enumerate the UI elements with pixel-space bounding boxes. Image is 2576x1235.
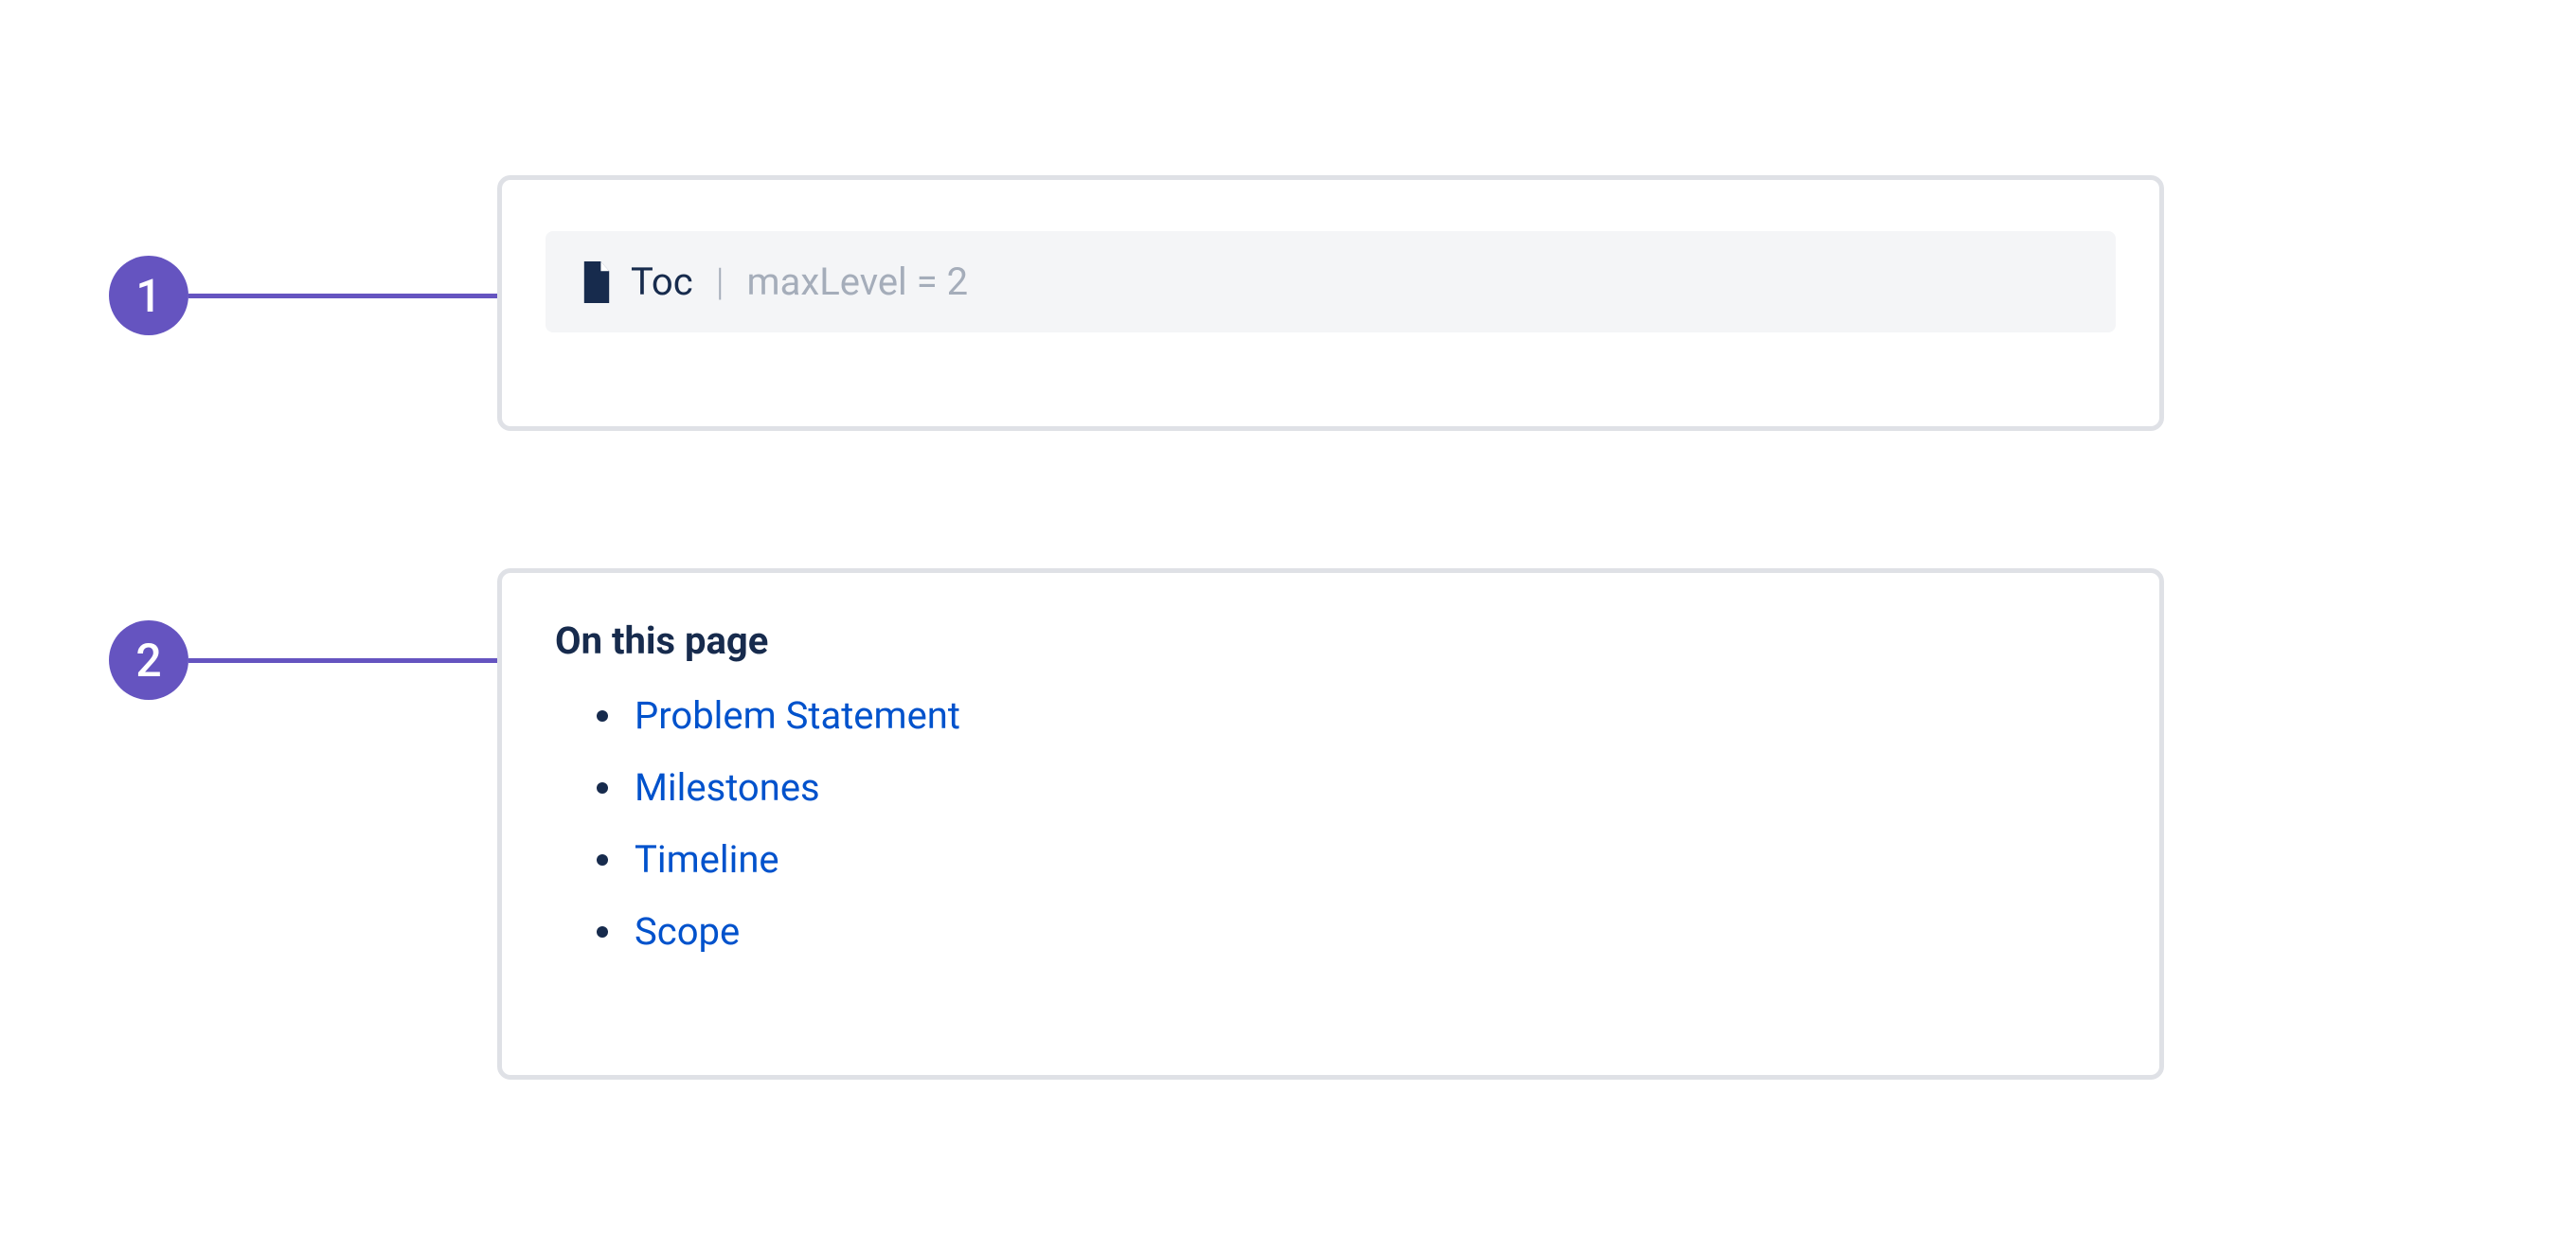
annotation-number-1: 1 (135, 269, 161, 323)
toc-link-timeline[interactable]: Timeline (635, 824, 779, 896)
annotation-badge-2: 2 (109, 620, 188, 700)
document-icon (580, 261, 614, 303)
annotation-number-2: 2 (135, 634, 161, 688)
macro-parameter: maxLevel = 2 (747, 260, 969, 304)
macro-editor-panel: Toc | maxLevel = 2 (497, 175, 2164, 431)
toc-link-scope[interactable]: Scope (635, 896, 740, 968)
toc-item: Timeline (597, 824, 2106, 896)
macro-name: Toc (631, 260, 693, 304)
annotation-badge-1: 1 (109, 256, 188, 335)
toc-item: Problem Statement (597, 680, 2106, 752)
macro-separator: | (716, 260, 724, 304)
annotation-connector-2 (188, 658, 548, 663)
macro-placeholder[interactable]: Toc | maxLevel = 2 (546, 231, 2116, 332)
bullet-icon (597, 782, 608, 794)
toc-rendered-panel: On this page Problem Statement Milestone… (497, 568, 2164, 1080)
bullet-icon (597, 926, 608, 938)
toc-link-milestones[interactable]: Milestones (635, 752, 820, 824)
toc-link-problem-statement[interactable]: Problem Statement (635, 680, 960, 752)
toc-item: Scope (597, 896, 2106, 968)
bullet-icon (597, 710, 608, 722)
bullet-icon (597, 854, 608, 866)
toc-list: Problem Statement Milestones Timeline Sc… (555, 680, 2106, 968)
toc-item: Milestones (597, 752, 2106, 824)
toc-heading: On this page (555, 618, 2106, 663)
